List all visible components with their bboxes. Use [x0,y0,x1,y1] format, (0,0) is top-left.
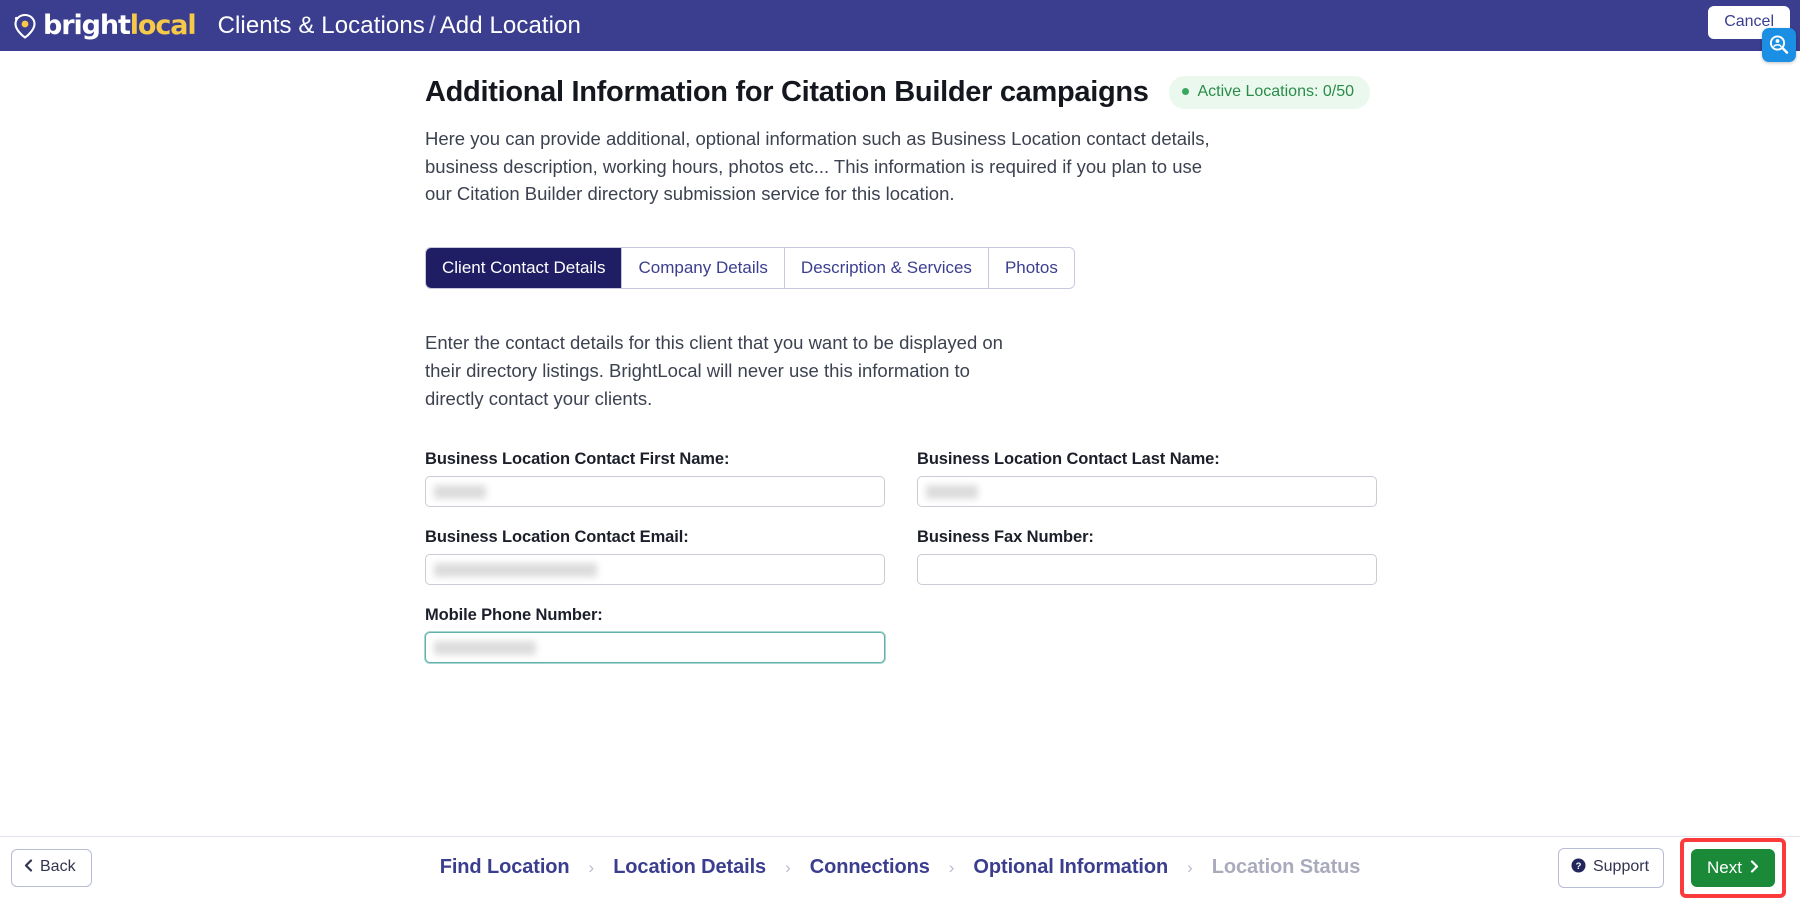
field-contact-last-name: Business Location Contact Last Name: [917,450,1377,507]
mobile-phone-input[interactable] [425,632,885,663]
optional-information-panel: Additional Information for Citation Buil… [425,75,1370,684]
support-button[interactable]: ? Support [1558,848,1664,888]
tab-description-and-services[interactable]: Description & Services [785,248,989,288]
contact-first-name-input[interactable] [425,476,885,507]
field-contact-email: Business Location Contact Email: [425,528,885,585]
field-contact-first-name: Business Location Contact First Name: [425,450,885,507]
breadcrumb-current: Add Location [440,12,581,39]
field-label-business-fax: Business Fax Number: [917,528,1377,547]
tab-photos[interactable]: Photos [989,248,1074,288]
page-title: Additional Information for Citation Buil… [425,75,1149,110]
step-separator-2: › [766,858,810,878]
field-label-contact-email: Business Location Contact Email: [425,528,885,547]
contact-email-input[interactable] [425,554,885,585]
brightlocal-wordmark: brightlocal [43,12,196,39]
field-business-fax: Business Fax Number: [917,528,1377,585]
status-dot-icon [1182,88,1189,95]
help-circle-icon: ? [1571,858,1586,877]
tab-company-details[interactable]: Company Details [622,248,784,288]
back-button-label: Back [40,859,76,875]
breadcrumb-parent-link[interactable]: Clients & Locations [218,12,425,39]
back-button[interactable]: Back [11,849,92,887]
active-locations-label: Active Locations: 0/50 [1197,83,1354,101]
field-label-mobile-phone: Mobile Phone Number: [425,606,885,625]
tab-client-contact-details[interactable]: Client Contact Details [426,248,622,288]
next-button-label: Next [1707,859,1742,876]
wizard-steps: Find Location › Location Details › Conne… [440,856,1361,879]
step-location-status: Location Status [1212,856,1361,879]
step-separator-3: › [930,858,974,878]
main-content: Additional Information for Citation Buil… [0,51,1800,836]
top-header-bar: brightlocal Clients & Locations/Add Loca… [0,0,1800,51]
brightlocal-logo[interactable]: brightlocal [10,9,196,43]
field-label-contact-last-name: Business Location Contact Last Name: [917,450,1377,469]
contact-last-name-input[interactable] [917,476,1377,507]
section-tabs: Client Contact Details Company Details D… [425,247,1075,289]
step-optional-information[interactable]: Optional Information [973,856,1168,879]
next-button-highlight: Next [1680,838,1786,898]
support-button-label: Support [1593,859,1649,875]
footer-bar: Back Find Location › Location Details › … [0,836,1800,898]
field-mobile-phone: Mobile Phone Number: [425,606,885,663]
business-fax-input[interactable] [917,554,1377,585]
active-locations-badge: Active Locations: 0/50 [1169,76,1370,109]
field-label-contact-first-name: Business Location Contact First Name: [425,450,885,469]
step-location-details[interactable]: Location Details [613,856,766,879]
logo-word-local: local [130,10,196,41]
step-connections[interactable]: Connections [810,856,930,879]
svg-text:?: ? [1576,861,1582,872]
footer-actions: ? Support Next [1558,838,1786,898]
step-separator-4: › [1168,858,1212,878]
next-button[interactable]: Next [1691,849,1775,887]
intro-text: Here you can provide additional, optiona… [425,125,1230,208]
sub-intro-text: Enter the contact details for this clien… [425,329,1025,413]
people-search-icon[interactable] [1762,28,1796,62]
chevron-left-icon [24,859,33,876]
breadcrumb-separator: / [425,12,440,39]
contact-details-form: Business Location Contact First Name: Bu… [425,450,1370,684]
logo-word-bright: bright [43,10,130,41]
map-pin-icon [10,12,40,40]
chevron-right-icon [1750,859,1759,876]
step-separator-1: › [570,858,614,878]
breadcrumb: Clients & Locations/Add Location [218,12,581,40]
title-row: Additional Information for Citation Buil… [425,75,1370,110]
step-find-location[interactable]: Find Location [440,856,570,879]
